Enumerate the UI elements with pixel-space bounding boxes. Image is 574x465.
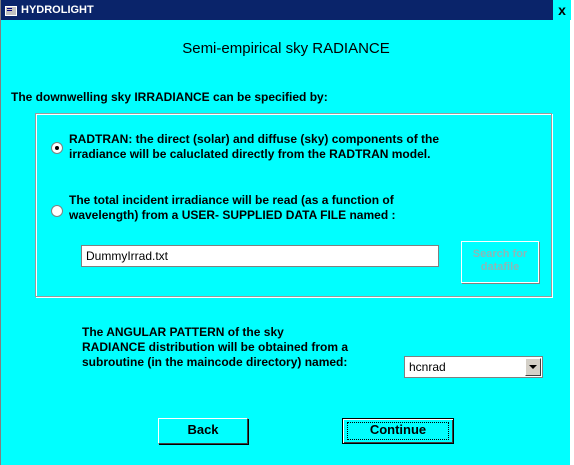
app-icon (5, 5, 17, 16)
radtran-radio[interactable] (51, 142, 63, 154)
radtran-option-line2: irradiance will be caluclated directly f… (69, 147, 431, 161)
angular-line2: RADIANCE distribution will be obtained f… (82, 340, 349, 354)
subroutine-select[interactable]: hcnrad (404, 356, 543, 378)
title-bar[interactable]: HYDROLIGHT x (1, 0, 571, 20)
radtran-option-line1: RADTRAN: the direct (solar) and diffuse … (69, 132, 440, 146)
irradiance-section-label: The downwelling sky IRRADIANCE can be sp… (11, 90, 328, 104)
user-file-option-line1: The total incident irradiance will be re… (69, 193, 394, 207)
user-file-radio[interactable] (51, 205, 63, 217)
chevron-down-icon[interactable] (525, 358, 541, 376)
page-title: Semi-empirical sky RADIANCE (182, 40, 390, 57)
user-file-option-line2: wavelength) from a USER- SUPPLIED DATA F… (69, 208, 396, 222)
continue-button[interactable]: Continue (342, 418, 454, 444)
continue-label: Continue (369, 422, 427, 437)
angular-line3: subroutine (in the maincode directory) n… (82, 355, 348, 369)
back-button[interactable]: Back (158, 418, 248, 444)
close-button[interactable]: x (553, 0, 571, 20)
subroutine-selected-value: hcnrad (409, 360, 446, 374)
datafile-input[interactable]: DummyIrrad.txt (81, 245, 439, 267)
angular-pattern-label: The ANGULAR PATTERN of the sky RADIANCE … (82, 325, 402, 370)
hydrolight-window: HYDROLIGHT x Semi-empirical sky RADIANCE… (0, 0, 571, 465)
user-file-option-label[interactable]: The total incident irradiance will be re… (69, 193, 395, 223)
search-button-line1: Search for (472, 248, 528, 260)
search-datafile-button[interactable]: Search for datafile (461, 241, 539, 283)
window-title: HYDROLIGHT (21, 4, 94, 16)
angular-line1: The ANGULAR PATTERN of the sky (82, 325, 284, 339)
search-button-line2: datafile (480, 261, 520, 273)
radtran-option-label[interactable]: RADTRAN: the direct (solar) and diffuse … (69, 132, 439, 162)
